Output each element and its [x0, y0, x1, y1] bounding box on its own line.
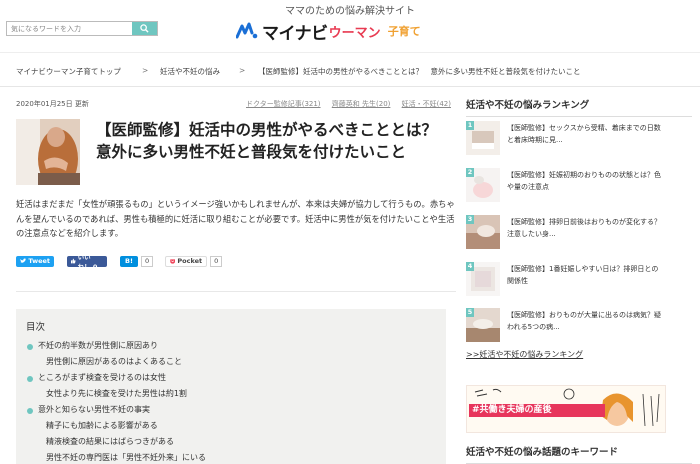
mynavi-logo-mark-icon — [236, 22, 258, 39]
pocket-label: Pocket — [177, 257, 203, 265]
search-icon — [140, 24, 149, 33]
keyword-heading: 妊活や不妊の悩み話題のキーワード — [466, 444, 692, 464]
toc-subitem[interactable]: 男性不妊の専門医は「男性不妊外来」にいる — [46, 452, 206, 463]
ranking-title[interactable]: 【医師監修】おりものが大量に出るのは病気？疑われる5つの病... — [507, 309, 665, 333]
article-thumbnail — [16, 119, 80, 185]
ranking-title[interactable]: 【医師監修】排卵日前後はおりものが変化する？ 注意したい身... — [507, 216, 665, 240]
rank-number-badge: 2 — [466, 168, 474, 177]
site-tagline: ママのための悩み解決サイト — [285, 6, 415, 17]
toc-bullet-icon — [27, 376, 33, 382]
ranking-title[interactable]: 【医師監修】妊娠初期のおりものの状態とは？色や量の注意点 — [507, 169, 665, 193]
ranking-title[interactable]: 【医師監修】セックスから受精、着床までの日数と着床時期に見... — [507, 122, 665, 146]
search-button[interactable] — [132, 22, 157, 35]
rank-number-badge: 4 — [466, 262, 474, 271]
like-label: いいね！ 0 — [77, 253, 98, 271]
search-input[interactable] — [7, 22, 132, 35]
tweet-button[interactable]: Tweet — [16, 255, 54, 267]
hatena-bookmark-button[interactable]: B! — [120, 255, 138, 267]
ranking-item[interactable]: 4 【医師監修】1番妊娠しやすい日は？排卵日との関係性 — [466, 262, 666, 298]
breadcrumb-separator: > — [142, 66, 149, 75]
toc-subitem[interactable]: 女性より先に検査を受けた男性は約1割 — [46, 388, 187, 399]
ranking-item[interactable]: 3 【医師監修】排卵日前後はおりものが変化する？ 注意したい身... — [466, 215, 666, 251]
site-header: ママのための悩み解決サイト マイナビ ウーマン 子育て — [0, 0, 700, 52]
rank-number-badge: 1 — [466, 121, 474, 130]
toc-bullet-icon — [27, 408, 33, 414]
share-bar: Tweet いいね！ 0 B! 0 Pocket 0 — [16, 253, 234, 271]
breadcrumb-item-top[interactable]: マイナビウーマン子育てトップ — [16, 66, 121, 77]
ranking-item[interactable]: 1 【医師監修】セックスから受精、着床までの日数と着床時期に見... — [466, 121, 666, 157]
toc-bullet-icon — [27, 344, 33, 350]
logo-sub-text: ウーマン — [328, 25, 381, 41]
tweet-label: Tweet — [28, 257, 50, 265]
toc-title: 目次 — [26, 322, 46, 333]
pocket-count: 0 — [210, 255, 223, 267]
ranking-item[interactable]: 5 【医師監修】おりものが大量に出るのは病気？疑われる5つの病... — [466, 308, 666, 344]
search-box — [6, 21, 158, 36]
toc-subitem[interactable]: 精液検査の結果にはばらつきがある — [46, 436, 174, 447]
twitter-bird-icon — [20, 258, 27, 264]
logo-main-text: マイナビ — [262, 23, 328, 44]
toc-item[interactable]: 不妊の約半数が男性側に原因あり — [38, 340, 158, 351]
toc-item[interactable]: 意外と知らない男性不妊の事実 — [38, 404, 150, 415]
breadcrumb-separator: > — [239, 66, 246, 75]
site-logo[interactable]: マイナビ ウーマン 子育て — [236, 17, 436, 45]
table-of-contents: 目次 不妊の約半数が男性側に原因あり 男性側に原因があるのはよくあること ところ… — [16, 309, 446, 464]
promo-banner[interactable]: #共働き夫婦の産後 — [466, 385, 666, 433]
article-title: 【医師監修】妊活中の男性がやるべきこととは？ 意外に多い男性不妊と普段気を付けた… — [96, 121, 453, 161]
content-divider — [16, 291, 456, 292]
article-date: 2020年01月25日 更新 — [16, 100, 89, 108]
thumbs-up-icon — [71, 258, 76, 264]
tag-link[interactable]: 妊活・不妊(42) — [402, 100, 451, 108]
pocket-icon — [170, 258, 176, 264]
toc-item[interactable]: ところがまず検査を受けるのは女性 — [38, 372, 166, 383]
breadcrumb-item-current: 【医師監修】妊活中の男性がやるべきこととは？ 意外に多い男性不妊と普段気を付けた… — [258, 67, 581, 76]
facebook-like-button[interactable]: いいね！ 0 — [67, 253, 107, 271]
ranking-more-link[interactable]: >>妊活や不妊の悩みランキング — [466, 349, 583, 360]
tag-link[interactable]: ドクター監修記事(321) — [246, 100, 321, 108]
pocket-button[interactable]: Pocket — [165, 255, 208, 267]
breadcrumb-item-category[interactable]: 妊活や不妊の悩み — [160, 66, 220, 77]
tag-link[interactable]: 齊藤英和 先生(20) — [332, 100, 391, 108]
hatena-count: 0 — [141, 255, 154, 267]
toc-subitem[interactable]: 男性側に原因があるのはよくあること — [46, 356, 182, 367]
rank-number-badge: 3 — [466, 215, 474, 224]
article-tags: ドクター監修記事(321) 齊藤英和 先生(20) 妊活・不妊(42) — [237, 99, 451, 109]
logo-kosodate-text: 子育て — [387, 25, 421, 38]
ranking-item[interactable]: 2 【医師監修】妊娠初期のおりものの状態とは？色や量の注意点 — [466, 168, 666, 204]
ranking-heading: 妊活や不妊の悩みランキング — [466, 97, 692, 117]
rank-number-badge: 5 — [466, 308, 474, 317]
article-intro: 妊活はまだまだ「女性が頑張るもの」というイメージ強いかもしれませんが、本来は夫婦… — [16, 199, 455, 238]
breadcrumb: マイナビウーマン子育てトップ > 妊活や不妊の悩み > 【医師監修】妊活中の男性… — [0, 52, 700, 87]
ranking-title[interactable]: 【医師監修】1番妊娠しやすい日は？排卵日との関係性 — [507, 263, 665, 287]
toc-subitem[interactable]: 精子にも加齢による影響がある — [46, 420, 158, 431]
banner-hashtag: #共働き夫婦の産後 — [469, 404, 605, 417]
